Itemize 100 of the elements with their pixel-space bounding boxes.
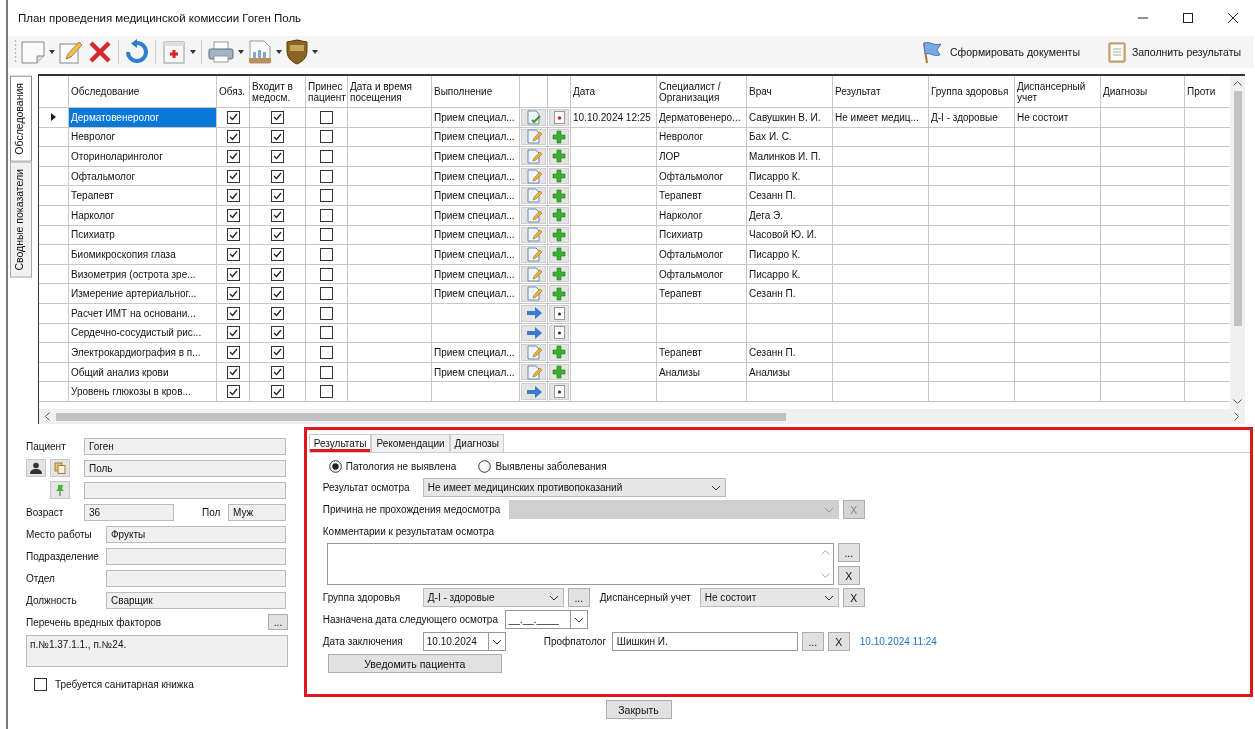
checkbox[interactable] — [320, 150, 333, 163]
clear-button[interactable]: X — [842, 588, 865, 607]
input-field[interactable]: Поль — [84, 459, 286, 477]
checkbox[interactable] — [271, 130, 284, 144]
date-field[interactable]: 10.10.2024 — [422, 632, 506, 651]
vertical-scrollbar[interactable] — [1230, 76, 1245, 409]
column-header[interactable]: Дата и время посещения — [348, 76, 432, 108]
input-field[interactable]: Шишкин И. — [611, 632, 798, 651]
clear-button[interactable]: X — [827, 632, 850, 651]
scrollbar-thumb[interactable] — [56, 412, 786, 421]
text-area[interactable]: п.№1.37.1.1., п.№24. — [26, 635, 288, 667]
radio-button[interactable] — [328, 459, 342, 473]
scroll-right-icon[interactable] — [1234, 412, 1240, 421]
checkbox[interactable] — [226, 189, 240, 203]
refresh-icon[interactable] — [124, 39, 150, 65]
tab[interactable]: Диагнозы — [449, 434, 504, 452]
person-button[interactable] — [26, 459, 46, 477]
table-cell[interactable]: Нарколог — [69, 205, 217, 226]
checkbox[interactable] — [226, 345, 240, 359]
delete-icon[interactable] — [87, 39, 113, 65]
scrollbar-thumb[interactable] — [1233, 91, 1242, 326]
checkbox[interactable] — [34, 677, 47, 691]
input-field[interactable]: Фрукты — [106, 525, 286, 543]
checkbox[interactable] — [271, 247, 284, 261]
checkbox[interactable] — [226, 267, 240, 281]
table-cell[interactable]: Расчет ИМТ на основани... — [69, 303, 217, 324]
dropdown[interactable]: Д-I - здоровые — [422, 588, 564, 607]
table-cell[interactable]: Невролог — [69, 127, 217, 148]
date-field[interactable]: __.__.____ — [504, 610, 588, 629]
checkbox[interactable] — [320, 208, 333, 222]
checkbox[interactable] — [271, 189, 284, 203]
table-cell[interactable]: Оториноларинголог — [69, 147, 217, 167]
input-field[interactable]: Сварщик — [106, 591, 286, 609]
toolbar-button[interactable]: Заполнить результаты — [1105, 38, 1243, 66]
table-cell[interactable]: Сердечно-сосудистый рис... — [69, 323, 217, 344]
table-cell[interactable]: Измерение артериальног... — [69, 284, 217, 304]
checkbox[interactable] — [226, 130, 240, 144]
checkbox[interactable] — [320, 365, 333, 379]
table-cell[interactable]: Дерматовенеролог — [69, 108, 217, 128]
checkbox[interactable] — [226, 326, 240, 340]
column-header[interactable]: Диспансерный учет — [1015, 76, 1101, 108]
caret-icon[interactable] — [49, 50, 55, 54]
maximize-icon[interactable] — [1182, 12, 1194, 24]
checkbox[interactable] — [226, 169, 240, 183]
column-header[interactable]: Врач — [747, 76, 833, 108]
input-field[interactable] — [106, 569, 286, 587]
caret-icon[interactable] — [190, 50, 196, 54]
table-cell[interactable]: Биомикроскопия глаза — [69, 245, 217, 265]
checkbox[interactable] — [320, 228, 333, 242]
horizontal-scrollbar[interactable] — [39, 409, 1245, 424]
browse-button[interactable]: ... — [567, 588, 590, 607]
column-header[interactable]: Специалист / Организация — [657, 76, 747, 108]
scroll-down-icon[interactable] — [1233, 399, 1242, 405]
caret-icon[interactable] — [276, 50, 282, 54]
checkbox[interactable] — [226, 365, 240, 379]
side-tab[interactable]: Сводные показатели — [10, 161, 32, 278]
scroll-up-icon[interactable] — [1233, 80, 1242, 86]
browse-button[interactable]: ... — [837, 543, 860, 562]
medical-card-icon[interactable] — [161, 39, 187, 65]
checkbox[interactable] — [320, 110, 333, 124]
checkbox[interactable] — [226, 208, 240, 222]
checkbox[interactable] — [320, 130, 333, 144]
checkbox[interactable] — [271, 345, 284, 359]
checkbox[interactable] — [271, 365, 284, 379]
checkbox[interactable] — [226, 306, 240, 320]
table-cell[interactable]: Уровень глюкозы в кров... — [69, 382, 217, 402]
input-field[interactable] — [106, 547, 286, 565]
column-header[interactable]: Дата — [571, 76, 657, 108]
input-field[interactable]: Муж — [228, 503, 286, 521]
checkbox[interactable] — [320, 345, 333, 359]
input-field[interactable]: 36 — [84, 503, 174, 521]
checkbox[interactable] — [320, 169, 333, 183]
table-cell[interactable]: Психиатр — [69, 225, 217, 246]
checkbox[interactable] — [226, 247, 240, 261]
column-header[interactable]: Принес пациент — [306, 76, 348, 108]
toolbar-button[interactable]: Сформировать документы — [918, 38, 1082, 66]
column-header[interactable]: Диагнозы — [1101, 76, 1185, 108]
checkbox[interactable] — [320, 189, 333, 203]
checkbox[interactable] — [320, 267, 333, 281]
checkbox[interactable] — [271, 385, 284, 399]
checkbox[interactable] — [226, 150, 240, 163]
caret-icon[interactable] — [238, 50, 244, 54]
input-field[interactable] — [84, 481, 286, 499]
checkbox[interactable] — [271, 228, 284, 242]
table-cell[interactable]: Терапевт — [69, 186, 217, 206]
tab[interactable]: Результаты — [308, 434, 372, 452]
scroll-left-icon[interactable] — [44, 412, 50, 421]
caret-icon[interactable] — [312, 50, 318, 54]
side-tab[interactable]: Обследования — [10, 76, 32, 162]
checkbox[interactable] — [271, 306, 284, 320]
table-cell[interactable]: Электрокардиография в п... — [69, 343, 217, 363]
checkbox[interactable] — [226, 110, 240, 124]
table-cell[interactable]: Офтальмолог — [69, 166, 217, 187]
checkbox[interactable] — [226, 287, 240, 301]
column-header[interactable]: Группа здоровья — [929, 76, 1015, 108]
input-field[interactable]: Гоген — [84, 437, 286, 455]
radio-button[interactable] — [478, 459, 492, 473]
checkbox[interactable] — [320, 326, 333, 340]
column-header[interactable]: Входит в медосм. — [250, 76, 306, 108]
checkbox[interactable] — [226, 228, 240, 242]
